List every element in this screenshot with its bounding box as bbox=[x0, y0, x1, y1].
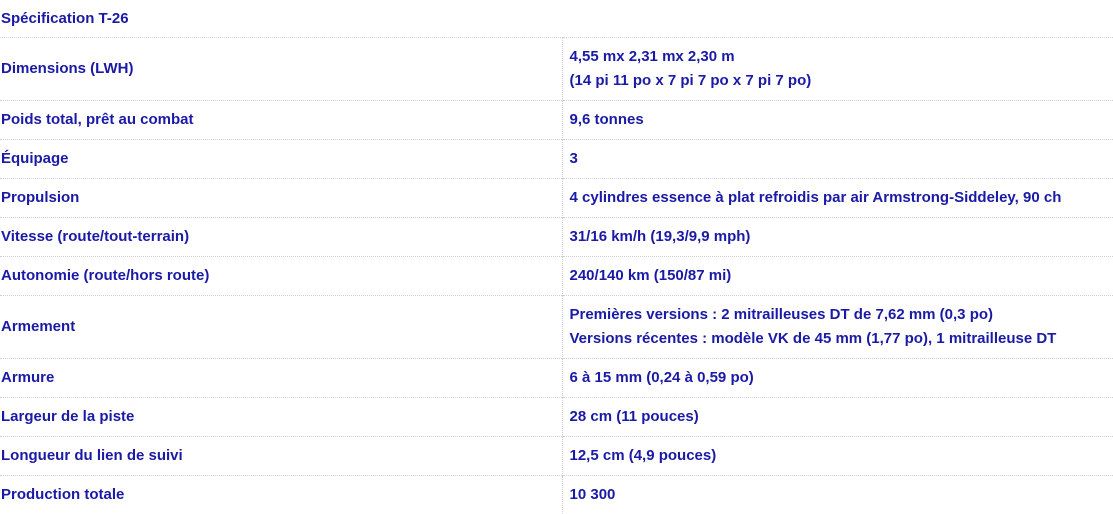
spec-value-line: 3 bbox=[570, 147, 1113, 171]
spec-label: Équipage bbox=[0, 140, 562, 179]
table-row: Propulsion 4 cylindres essence à plat re… bbox=[0, 179, 1113, 218]
spec-value-line: 4 cylindres essence à plat refroidis par… bbox=[570, 186, 1113, 210]
spec-value: 12,5 cm (4,9 pouces) bbox=[562, 437, 1113, 476]
spec-value: 10 300 bbox=[562, 476, 1113, 514]
spec-value-line: Premières versions : 2 mitrailleuses DT … bbox=[570, 303, 1113, 327]
spec-label: Propulsion bbox=[0, 179, 562, 218]
spec-label: Production totale bbox=[0, 476, 562, 514]
spec-value-line: 6 à 15 mm (0,24 à 0,59 po) bbox=[570, 366, 1113, 390]
spec-value: 6 à 15 mm (0,24 à 0,59 po) bbox=[562, 359, 1113, 398]
table-row: Longueur du lien de suivi 12,5 cm (4,9 p… bbox=[0, 437, 1113, 476]
spec-value: 28 cm (11 pouces) bbox=[562, 398, 1113, 437]
spec-label: Vitesse (route/tout-terrain) bbox=[0, 218, 562, 257]
spec-value-line: 31/16 km/h (19,3/9,9 mph) bbox=[570, 225, 1113, 249]
spec-label: Dimensions (LWH) bbox=[0, 38, 562, 101]
spec-value: 4 cylindres essence à plat refroidis par… bbox=[562, 179, 1113, 218]
spec-value-line: 12,5 cm (4,9 pouces) bbox=[570, 444, 1113, 468]
table-row: Dimensions (LWH) 4,55 mx 2,31 mx 2,30 m … bbox=[0, 38, 1113, 101]
spec-label: Armure bbox=[0, 359, 562, 398]
table-row: Armement Premières versions : 2 mitraill… bbox=[0, 296, 1113, 359]
spec-value: Premières versions : 2 mitrailleuses DT … bbox=[562, 296, 1113, 359]
table-title-row: Spécification T-26 bbox=[0, 0, 1113, 38]
spec-value-line: 4,55 mx 2,31 mx 2,30 m bbox=[570, 45, 1113, 69]
spec-value-line: 240/140 km (150/87 mi) bbox=[570, 264, 1113, 288]
spec-value: 3 bbox=[562, 140, 1113, 179]
spec-value-line: 10 300 bbox=[570, 483, 1113, 507]
spec-table: Spécification T-26 Dimensions (LWH) 4,55… bbox=[0, 0, 1113, 514]
table-title: Spécification T-26 bbox=[0, 0, 1113, 38]
spec-value: 4,55 mx 2,31 mx 2,30 m (14 pi 11 po x 7 … bbox=[562, 38, 1113, 101]
table-row: Vitesse (route/tout-terrain) 31/16 km/h … bbox=[0, 218, 1113, 257]
spec-value: 9,6 tonnes bbox=[562, 101, 1113, 140]
table-row: Armure 6 à 15 mm (0,24 à 0,59 po) bbox=[0, 359, 1113, 398]
spec-label: Longueur du lien de suivi bbox=[0, 437, 562, 476]
spec-value-line: (14 pi 11 po x 7 pi 7 po x 7 pi 7 po) bbox=[570, 69, 1113, 93]
spec-value-line: 9,6 tonnes bbox=[570, 108, 1113, 132]
spec-value: 31/16 km/h (19,3/9,9 mph) bbox=[562, 218, 1113, 257]
spec-value-line: Versions récentes : modèle VK de 45 mm (… bbox=[570, 327, 1113, 351]
spec-label: Armement bbox=[0, 296, 562, 359]
table-row: Autonomie (route/hors route) 240/140 km … bbox=[0, 257, 1113, 296]
table-row: Poids total, prêt au combat 9,6 tonnes bbox=[0, 101, 1113, 140]
spec-label: Largeur de la piste bbox=[0, 398, 562, 437]
table-row: Largeur de la piste 28 cm (11 pouces) bbox=[0, 398, 1113, 437]
spec-value-line: 28 cm (11 pouces) bbox=[570, 405, 1113, 429]
table-row: Production totale 10 300 bbox=[0, 476, 1113, 514]
spec-label: Poids total, prêt au combat bbox=[0, 101, 562, 140]
spec-value: 240/140 km (150/87 mi) bbox=[562, 257, 1113, 296]
spec-label: Autonomie (route/hors route) bbox=[0, 257, 562, 296]
table-row: Équipage 3 bbox=[0, 140, 1113, 179]
